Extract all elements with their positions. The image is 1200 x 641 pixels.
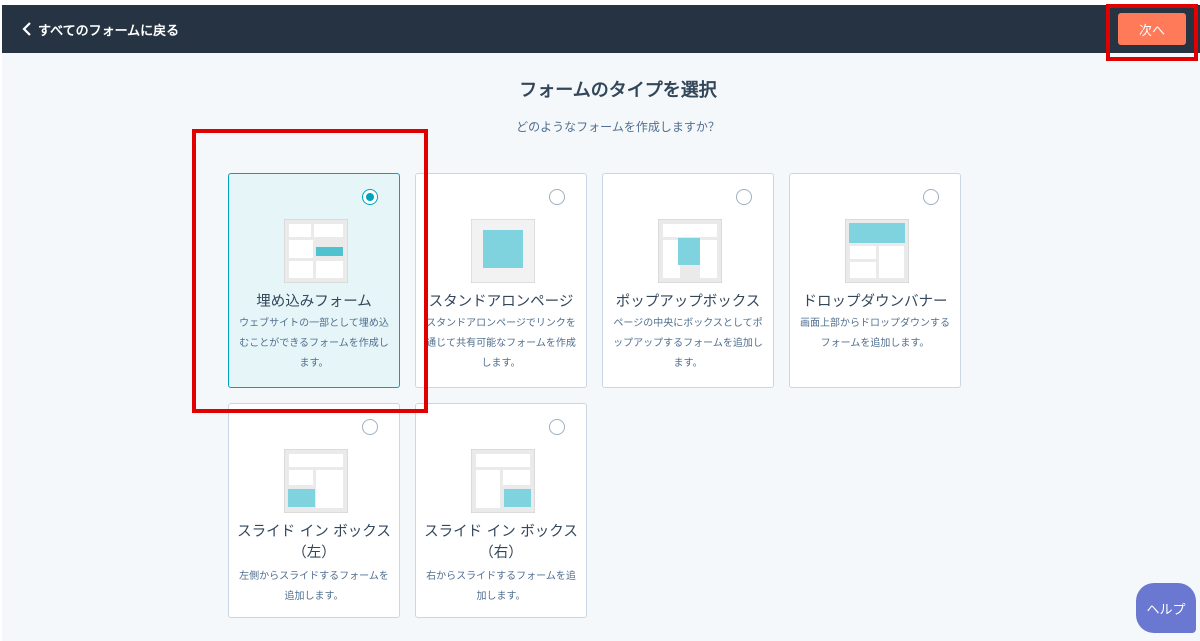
radio-button[interactable] — [736, 189, 752, 205]
radio-button[interactable] — [362, 419, 378, 435]
top-bar: すべてのフォームに戻る 次へ — [2, 5, 1200, 53]
back-to-forms-link[interactable]: すべてのフォームに戻る — [22, 5, 179, 53]
form-type-card-dropdown-banner[interactable]: ドロップダウンバナー 画面上部からドロップダウンするフォームを追加します。 — [789, 173, 961, 388]
form-type-card-slide-in-left[interactable]: スライド イン ボックス（左） 左側からスライドするフォームを追加します。 — [228, 403, 400, 618]
back-link-label: すべてのフォームに戻る — [38, 23, 180, 39]
card-title: スライド イン ボックス（左） — [237, 524, 391, 561]
form-type-card-slide-in-right[interactable]: スライド イン ボックス（右） 右からスライドするフォームを追加します。 — [415, 403, 587, 618]
card-title: ポップアップボックス — [615, 294, 761, 310]
page-subtitle: どのようなフォームを作成しますか？ — [516, 120, 720, 134]
card-description: ウェブサイトの一部として埋め込むことができるフォームを作成します。 — [239, 318, 389, 369]
help-button[interactable]: ヘルプ — [1136, 583, 1196, 633]
slide-in-right-icon — [471, 449, 535, 513]
form-type-page: すべてのフォームに戻る 次へ フォームのタイプを選択 どのようなフォームを作成し… — [2, 5, 1200, 641]
form-type-card-standalone[interactable]: スタンドアロンページ スタンドアロンページでリンクを通じて共有可能なフォームを作… — [415, 173, 587, 388]
standalone-page-icon — [471, 219, 535, 283]
card-title: スライド イン ボックス（右） — [424, 524, 578, 561]
embedded-form-icon — [284, 219, 348, 283]
dropdown-banner-icon — [845, 219, 909, 283]
card-description: 右からスライドするフォームを追加します。 — [426, 571, 576, 602]
card-title: スタンドアロンページ — [428, 294, 574, 310]
radio-button[interactable] — [549, 189, 565, 205]
card-description: 左側からスライドするフォームを追加します。 — [239, 571, 389, 602]
form-type-card-embedded[interactable]: 埋め込みフォーム ウェブサイトの一部として埋め込むことができるフォームを作成しま… — [228, 173, 400, 388]
card-title: 埋め込みフォーム — [256, 294, 372, 310]
card-description: 画面上部からドロップダウンするフォームを追加します。 — [800, 318, 950, 349]
form-type-card-popup[interactable]: ポップアップボックス ページの中央にボックスとしてポップアップするフォームを追加… — [602, 173, 774, 388]
page-title: フォームのタイプを選択 — [519, 80, 717, 101]
radio-button[interactable] — [362, 189, 378, 205]
card-title: ドロップダウンバナー — [802, 294, 948, 310]
slide-in-left-icon — [284, 449, 348, 513]
radio-button[interactable] — [923, 189, 939, 205]
chevron-left-icon — [22, 22, 31, 36]
card-description: ページの中央にボックスとしてポップアップするフォームを追加します。 — [613, 318, 763, 369]
popup-box-icon — [658, 219, 722, 283]
radio-button[interactable] — [549, 419, 565, 435]
card-description: スタンドアロンページでリンクを通じて共有可能なフォームを作成します。 — [426, 318, 576, 369]
next-button[interactable]: 次へ — [1118, 13, 1186, 45]
